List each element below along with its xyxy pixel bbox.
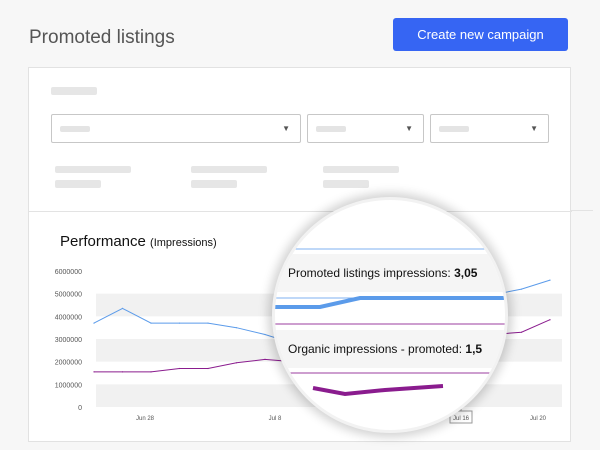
organic-impressions-label: Organic impressions - promoted: bbox=[288, 342, 463, 356]
series-point-2 bbox=[264, 358, 266, 360]
promoted-impressions-value: 3,05 bbox=[454, 266, 478, 280]
series-point-1 bbox=[207, 322, 209, 324]
y-tick-label: 3000000 bbox=[55, 337, 82, 344]
y-tick-label: 4000000 bbox=[55, 314, 82, 321]
series-point-1 bbox=[549, 279, 551, 281]
magnifier-lens: Promoted listings impressions: 3,05 Orga… bbox=[272, 197, 508, 433]
series-point-1 bbox=[264, 333, 266, 336]
series-point-1 bbox=[178, 322, 181, 324]
x-tick-label: Jun 28 bbox=[136, 416, 155, 422]
y-tick-label: 6000000 bbox=[55, 269, 82, 276]
series-point-2 bbox=[150, 371, 152, 373]
y-tick-label: 5000000 bbox=[55, 292, 82, 299]
magnified-organic-line bbox=[312, 384, 444, 397]
series-point-2 bbox=[235, 362, 238, 364]
series-point-2 bbox=[207, 367, 209, 370]
organic-impressions-tooltip: Organic impressions - promoted: 1,5 bbox=[288, 342, 482, 356]
series-point-2 bbox=[178, 367, 181, 370]
promoted-impressions-tooltip: Promoted listings impressions: 3,05 bbox=[288, 266, 477, 280]
series-point-2 bbox=[93, 371, 95, 373]
series-point-1 bbox=[520, 288, 523, 290]
series-point-1 bbox=[121, 307, 124, 309]
series-point-1 bbox=[235, 327, 238, 329]
promoted-impressions-label: Promoted listings impressions: bbox=[288, 266, 451, 280]
series-point-1 bbox=[150, 322, 152, 324]
series-point-2 bbox=[520, 331, 523, 333]
y-tick-label: 2000000 bbox=[55, 360, 82, 367]
magnifier-chart bbox=[275, 248, 505, 397]
y-tick-label: 0 bbox=[78, 405, 82, 412]
x-tick-label: Jul 20 bbox=[530, 416, 547, 422]
organic-impressions-value: 1,5 bbox=[465, 342, 483, 356]
series-point-1 bbox=[93, 322, 95, 324]
magnified-promoted-line bbox=[275, 296, 505, 309]
series-point-2 bbox=[549, 319, 551, 321]
series-point-2 bbox=[121, 371, 124, 373]
y-tick-label: 1000000 bbox=[55, 382, 82, 389]
